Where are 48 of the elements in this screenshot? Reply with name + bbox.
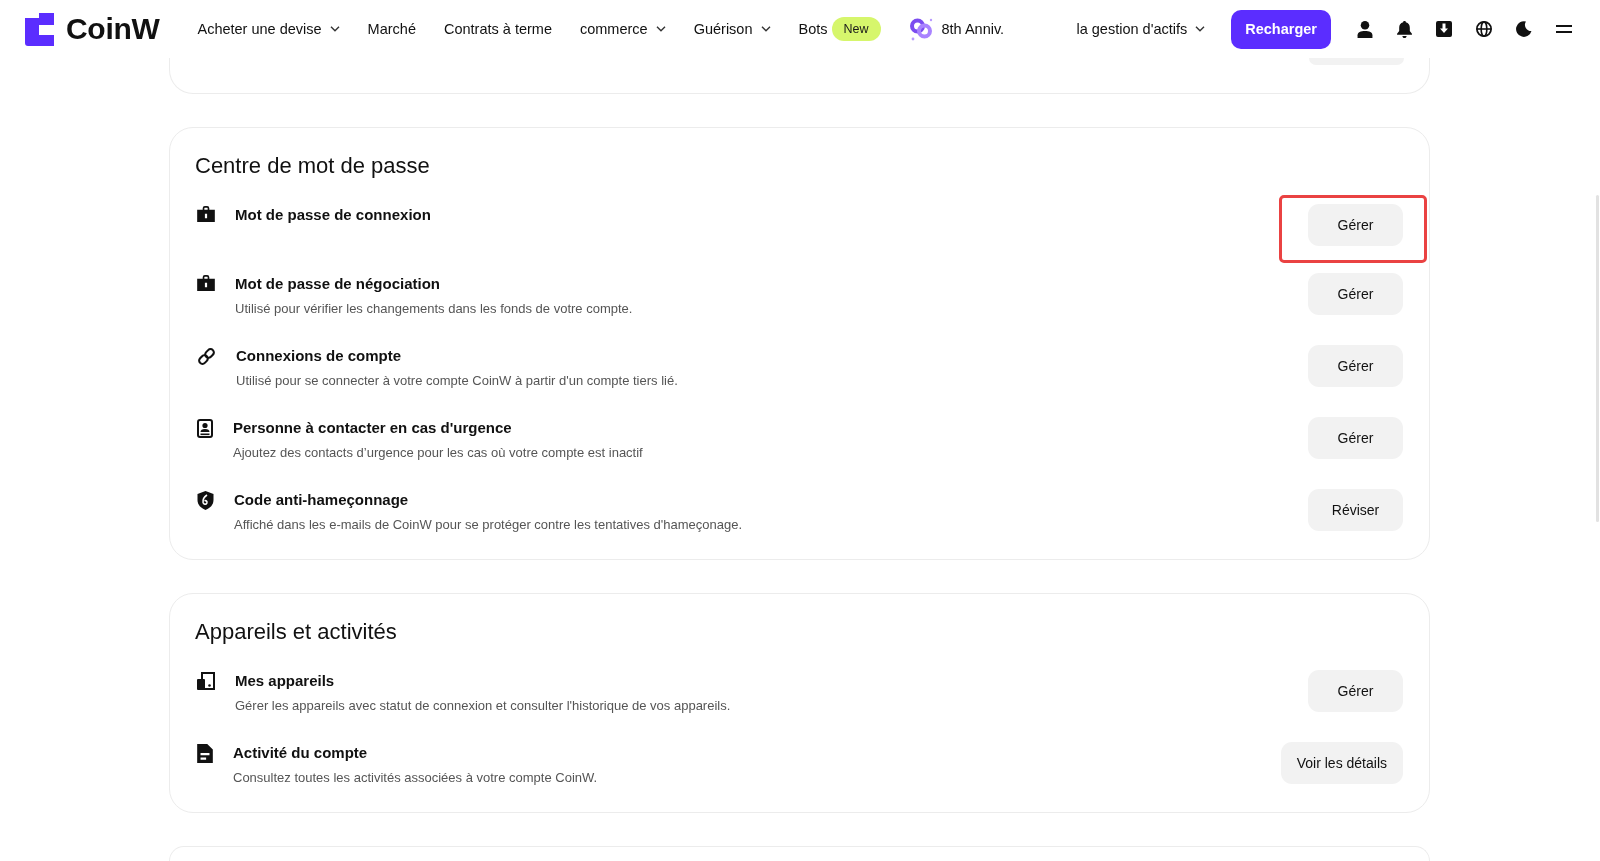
moon-icon[interactable] xyxy=(1516,21,1532,37)
document-icon xyxy=(197,744,213,763)
action-button[interactable]: Voir les détails xyxy=(1280,742,1403,784)
lock-icon xyxy=(197,206,215,222)
lock-icon xyxy=(197,275,215,291)
setting-title: Mot de passe de connexion xyxy=(235,205,432,225)
swirl-icon xyxy=(908,16,934,42)
nav-link[interactable]: Marché xyxy=(367,19,416,39)
action-button[interactable]: Gérer xyxy=(1308,273,1403,315)
logo-text[interactable]: CoinW xyxy=(66,12,160,46)
setting-description: Utilisé pour se connecter à votre compte CoinW à partir d'un compte tiers lié. xyxy=(236,372,679,390)
devices-icon xyxy=(197,672,215,690)
setting-description: Ajoutez des contacts d’urgence pour les cas où votre compte est inactif xyxy=(233,444,644,462)
action-button[interactable]: Gérer xyxy=(1308,670,1403,712)
nav-menu[interactable]: Acheter une devise xyxy=(197,19,340,39)
setting-title: Personne à contacter en cas d'urgence xyxy=(233,418,513,438)
link-icon xyxy=(197,347,216,366)
setting-title: Mes appareils xyxy=(235,671,336,691)
download-icon[interactable] xyxy=(1436,21,1452,37)
setting-description: Gérer les appareils avec statut de connexion et consulter l'historique de vos appareils. xyxy=(235,697,732,715)
nav-menu[interactable]: Guérison xyxy=(693,19,771,39)
setting-description: Utilisé pour vérifier les changements dans les fonds de votre compte. xyxy=(235,300,634,318)
setting-description: Consultez toutes les activités associées à votre compte CoinW. xyxy=(233,769,599,787)
setting-title: Connexions de compte xyxy=(236,346,403,366)
globe-icon[interactable] xyxy=(1476,21,1492,37)
section-title: Appareils et activités xyxy=(195,619,398,645)
logo-icon xyxy=(25,12,54,46)
nav-link[interactable]: Contrats à terme xyxy=(443,19,552,39)
nav-menu[interactable]: la gestion d'actifs xyxy=(1076,19,1206,39)
setting-title: Activité du compte xyxy=(233,743,369,763)
user-icon[interactable] xyxy=(1357,20,1373,38)
action-button[interactable]: Gérer xyxy=(1308,417,1403,459)
section-title: Centre de mot de passe xyxy=(195,153,431,179)
anniversary-link[interactable]: 8th Anniv. xyxy=(908,16,1005,42)
nav-menu[interactable]: commerce xyxy=(579,19,666,39)
setting-title: Code anti-hameçonnage xyxy=(234,490,410,510)
bell-icon[interactable] xyxy=(1397,20,1412,38)
new-badge: New xyxy=(831,17,881,41)
recharge-button[interactable]: Recharger xyxy=(1231,9,1331,49)
setting-description: Affiché dans les e-mails de CoinW pour se protéger contre les tentatives d'hameçonage. xyxy=(234,516,744,534)
nav-link[interactable]: Bots xyxy=(798,19,828,39)
menu-icon[interactable] xyxy=(1556,25,1572,33)
action-button[interactable]: Gérer xyxy=(1308,345,1403,387)
setting-title: Mot de passe de négociation xyxy=(235,274,442,294)
action-button[interactable]: Réviser xyxy=(1308,489,1403,531)
contact-book-icon xyxy=(197,419,213,438)
shield-icon xyxy=(197,491,214,510)
action-button[interactable]: Gérer xyxy=(1308,204,1403,246)
